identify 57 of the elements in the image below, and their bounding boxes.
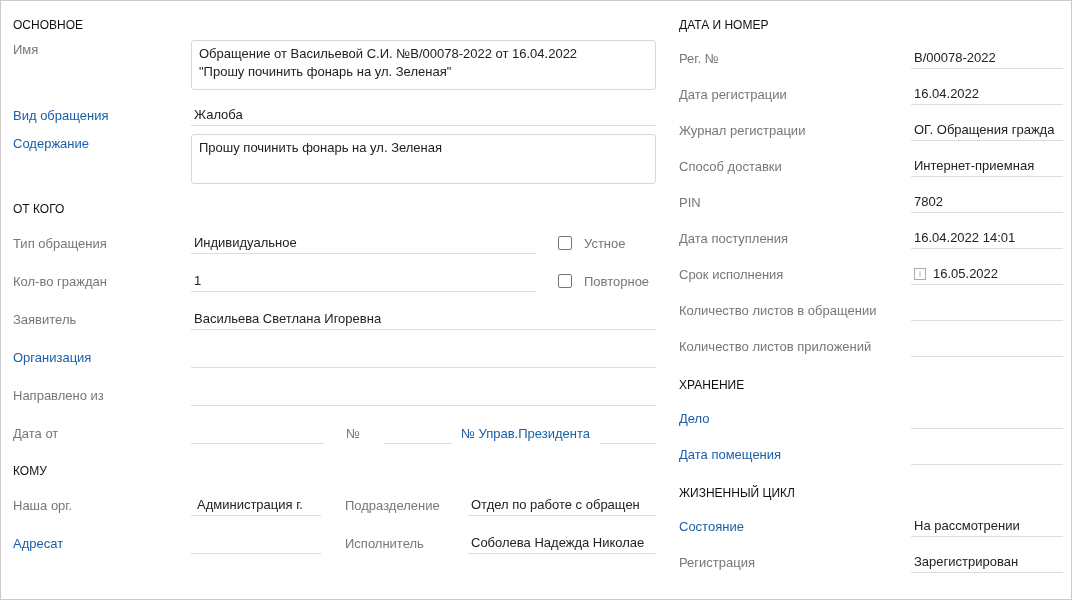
checkbox-label: Повторное xyxy=(584,273,651,289)
field-label: Журнал регистрации xyxy=(679,122,807,138)
input-field[interactable]: ОГ. Обращения гражда xyxy=(911,119,1063,141)
field-label: Тип обращения xyxy=(13,235,108,251)
field-label: Количество листов в обращении xyxy=(679,302,878,318)
input-field[interactable]: 7802 xyxy=(911,191,1063,213)
field-label: Рег. № xyxy=(679,50,720,66)
input-field[interactable]: Жалоба xyxy=(191,104,656,126)
field-label: Имя xyxy=(13,41,40,57)
field-link-label[interactable]: Организация xyxy=(13,349,191,365)
input-field[interactable]: Индивидуальное xyxy=(191,232,536,254)
text-area[interactable]: Прошу починить фонарь на ул. Зеленая xyxy=(191,134,656,184)
checkbox[interactable] xyxy=(558,274,572,288)
input-field[interactable]: Интернет-приемная xyxy=(911,155,1063,177)
input-field[interactable]: На рассмотрении xyxy=(911,515,1063,537)
input-field[interactable]: 16.04.2022 14:01 xyxy=(911,227,1063,249)
field-label: Направлено из xyxy=(13,387,105,403)
checkbox[interactable] xyxy=(558,236,572,250)
input-field[interactable]: Соболева Надежда Николае xyxy=(468,532,656,554)
field-link-label[interactable]: Содержание xyxy=(13,134,191,151)
field-label: Подразделение xyxy=(345,497,441,513)
input-field[interactable]: 1 xyxy=(191,270,536,292)
field-label: Дата регистрации xyxy=(679,86,788,102)
section-title: КОМУ xyxy=(13,464,48,480)
field-link-label[interactable]: Адресат xyxy=(13,535,191,551)
field-label: Кол-во граждан xyxy=(13,273,108,289)
field-label: Заявитель xyxy=(13,311,78,327)
input-field[interactable]: 16.04.2022 xyxy=(911,83,1063,105)
input-field[interactable]: Отдел по работе с обращен xyxy=(468,494,656,516)
field-label: Регистрация xyxy=(679,554,756,570)
field-label: Исполнитель xyxy=(345,535,425,551)
section-title: ЖИЗНЕННЫЙ ЦИКЛ xyxy=(679,486,796,502)
field-label: Количество листов приложений xyxy=(679,338,873,354)
input-field[interactable]: Зарегистрирован xyxy=(911,551,1063,573)
section-title: ХРАНЕНИЕ xyxy=(679,378,746,394)
section-title: ОСНОВНОЕ xyxy=(13,18,84,34)
section-title: ОТ КОГО xyxy=(13,202,66,218)
input-field[interactable]: В/00078-2022 xyxy=(911,47,1063,69)
field-label: Наша орг. xyxy=(13,497,74,513)
field-label: Способ доставки xyxy=(679,158,783,174)
input-field[interactable]: Васильева Светлана Игоревна xyxy=(191,308,656,330)
field-label: PIN xyxy=(679,194,702,210)
field-link-label[interactable]: Дело xyxy=(679,410,911,426)
field-label: Срок исполнения xyxy=(679,266,785,282)
checkbox-label: Устное xyxy=(584,235,627,251)
field-link-label[interactable]: Состояние xyxy=(679,518,911,534)
input-field[interactable]: Администрация г. xyxy=(191,494,321,516)
section-title: ДАТА И НОМЕР xyxy=(679,18,770,34)
field-label: Дата от xyxy=(13,425,60,441)
calendar-icon[interactable] xyxy=(914,267,926,280)
field-label: Дата поступления xyxy=(679,230,790,246)
date-field[interactable]: 16.05.2022 xyxy=(911,263,1063,285)
field-link-label[interactable]: Вид обращения xyxy=(13,107,191,123)
field-link-label[interactable]: № Управ.Президента xyxy=(460,425,590,441)
text-area[interactable]: Обращение от Васильевой С.И. №В/00078-2022 от 16.04.2022 "Прошу починить фонарь на ул. Зеленая" xyxy=(191,40,656,90)
field-label: № xyxy=(346,425,360,441)
field-link-label[interactable]: Дата помещения xyxy=(679,446,911,462)
